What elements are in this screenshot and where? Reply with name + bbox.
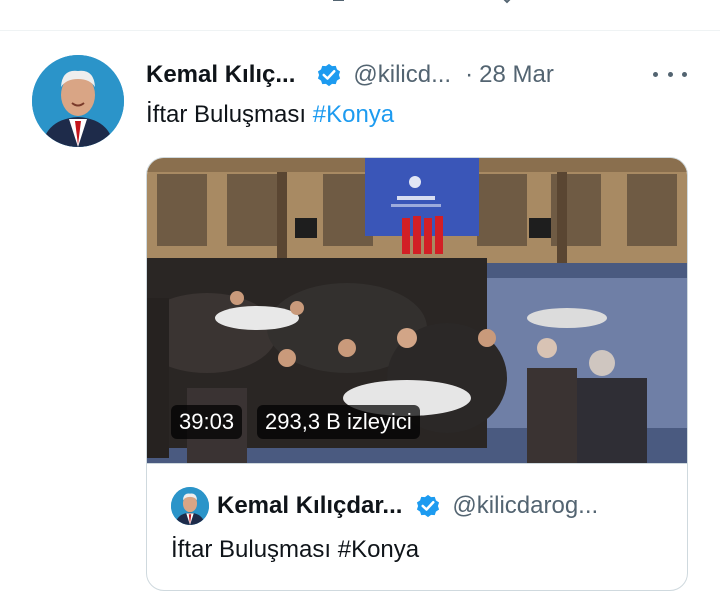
previous-tweet-actions [0,0,720,28]
author-handle[interactable]: @kilicd... [353,61,451,89]
author-name[interactable]: Kemal Kılıç... [146,61,295,89]
video-duration: 39:03 [171,405,243,439]
share-icon[interactable] [666,0,688,8]
viewer-count: 293,3 B izleyici [257,405,420,439]
quoted-author-handle: @kilicdarog... [452,492,599,519]
reply-icon[interactable] [158,0,180,8]
tweet-text-plain: İftar Buluşması [146,101,313,128]
verified-badge-icon [417,494,440,518]
quoted-tweet-card[interactable]: 39:03 293,3 B izleyici Kemal Kılıçdar...… [146,157,688,591]
tweet-date[interactable]: 28 Mar [479,61,554,89]
like-icon[interactable] [496,0,518,8]
quoted-text: İftar Buluşması #Konya [171,536,420,563]
card-separator [147,463,687,464]
quoted-avatar [171,487,209,525]
tweet-header: Kemal Kılıç... @kilicd... · 28 Mar [146,58,554,92]
tweet-divider [0,30,720,31]
quoted-author-name: Kemal Kılıçdar... [217,492,403,519]
retweet-icon[interactable] [330,0,352,8]
hashtag-link[interactable]: #Konya [313,101,394,128]
avatar[interactable] [32,55,124,147]
quoted-header: Kemal Kılıçdar... @kilicdarog... [217,490,598,522]
more-options-icon[interactable] [653,62,687,86]
verified-badge-icon [318,63,341,87]
tweet-text: İftar Buluşması #Konya [146,101,394,129]
header-separator: · [465,61,474,88]
